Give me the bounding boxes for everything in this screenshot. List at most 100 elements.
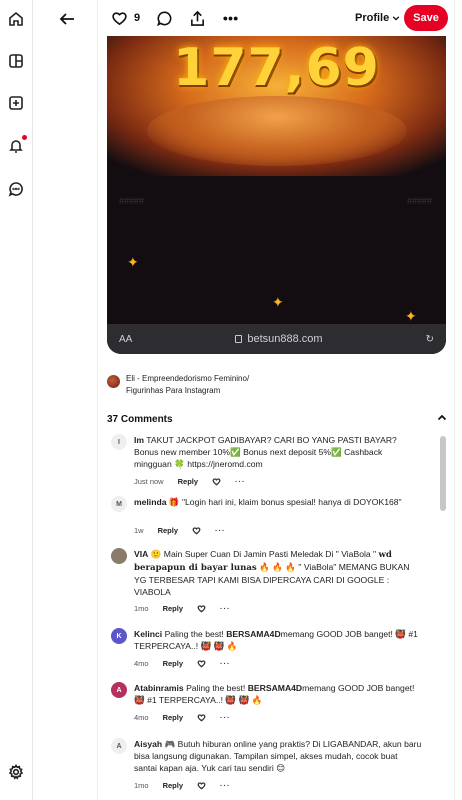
- comment-body: 🎮 Butuh hiburan online yang praktis? Di …: [134, 739, 422, 773]
- commenter-name[interactable]: melinda: [134, 497, 166, 507]
- comment-meta: 1mo Reply ···: [134, 781, 231, 790]
- share-button[interactable]: [189, 8, 206, 28]
- more-icon[interactable]: ···: [220, 713, 231, 722]
- comment-text: Kelinci Paling the best! BERSAMA4Dmemang…: [134, 628, 422, 652]
- source-line-2: Figurinhas Para Instagram: [126, 386, 221, 395]
- more-icon[interactable]: ···: [220, 781, 231, 790]
- comment-body-a: 🙂 Main Super Cuan Di Jamin Pasti Meledak…: [150, 549, 379, 559]
- more-icon: [223, 16, 238, 20]
- comment-icon: [157, 11, 172, 26]
- avatar[interactable]: A: [111, 738, 127, 754]
- comment-text: Atabinramis Paling the best! BERSAMA4Dme…: [134, 682, 422, 706]
- heart-icon[interactable]: [192, 526, 201, 535]
- chevron-down-icon: [392, 16, 400, 21]
- more-icon[interactable]: ···: [215, 526, 226, 535]
- comment-body-b: BERSAMA4D: [226, 629, 281, 639]
- image-ghost-text-right: #####: [406, 196, 432, 206]
- sparkle-icon: ✦: [272, 294, 284, 310]
- comment-text: melinda 🎁 "Login hari ini, klaim bonus s…: [134, 496, 422, 508]
- reply-button[interactable]: Reply: [163, 713, 183, 722]
- comments-list: I Im TAKUT JACKPOT GADIBAYAR? CARI BO YA…: [98, 428, 454, 800]
- heart-icon: [112, 11, 127, 25]
- source-text: Eli - Empreendedorismo Feminino/ Figurin…: [126, 373, 249, 397]
- comment-meta: 1mo Reply ···: [134, 604, 231, 613]
- comment-body-a: Paling the best!: [164, 629, 227, 639]
- heart-icon[interactable]: [197, 781, 206, 790]
- browser-url-bar: AA betsun888.com ↻: [107, 324, 446, 354]
- comment-meta: 1w Reply ···: [134, 526, 226, 535]
- chevron-up-icon[interactable]: [437, 410, 447, 428]
- home-icon[interactable]: [7, 10, 25, 28]
- more-icon[interactable]: ···: [235, 477, 246, 486]
- comment-meta: Just now Reply ···: [134, 477, 246, 486]
- create-icon[interactable]: [7, 94, 25, 112]
- comment-body: TAKUT JACKPOT GADIBAYAR? CARI BO YANG PA…: [134, 435, 397, 469]
- reply-button[interactable]: Reply: [163, 781, 183, 790]
- commenter-name[interactable]: Kelinci: [134, 629, 162, 639]
- image-rock: [147, 96, 407, 166]
- comment-body-a: Paling the best!: [186, 683, 248, 693]
- pin-toolbar: 9 Profile Save: [98, 0, 454, 36]
- comment-text: Im TAKUT JACKPOT GADIBAYAR? CARI BO YANG…: [134, 434, 422, 470]
- comment-time: 1mo: [134, 781, 149, 790]
- profile-dropdown[interactable]: Profile: [355, 8, 400, 28]
- comment-time: Just now: [134, 477, 164, 486]
- comments-scrollbar[interactable]: [440, 436, 446, 511]
- sparkle-icon: ✦: [127, 254, 139, 270]
- comment-meta: 4mo Reply ···: [134, 659, 231, 668]
- more-icon[interactable]: ···: [220, 659, 231, 668]
- comment-text: VIA 🙂 Main Super Cuan Di Jamin Pasti Mel…: [134, 548, 422, 598]
- heart-icon[interactable]: [197, 604, 206, 613]
- heart-icon[interactable]: [197, 713, 206, 722]
- image-ghost-text-left: #####: [119, 196, 145, 206]
- messages-icon[interactable]: [7, 180, 25, 198]
- more-icon[interactable]: ···: [220, 604, 231, 613]
- comment-meta: 4mo Reply ···: [134, 713, 231, 722]
- comment-body-b: BERSAMA4D: [247, 683, 303, 693]
- notification-badge: [22, 135, 27, 140]
- avatar[interactable]: M: [111, 496, 127, 512]
- like-count: 9: [134, 12, 141, 24]
- comment-time: 1w: [134, 526, 144, 535]
- notifications-icon[interactable]: [7, 135, 27, 155]
- back-arrow-icon[interactable]: [56, 8, 78, 30]
- jackpot-amount: 177,69: [173, 38, 380, 98]
- avatar[interactable]: A: [111, 682, 127, 698]
- comments-header: 37 Comments: [107, 410, 447, 428]
- comment-button[interactable]: [156, 8, 173, 28]
- more-options-button[interactable]: [222, 8, 239, 28]
- avatar[interactable]: I: [111, 434, 127, 450]
- text-size-label: AA: [119, 333, 133, 345]
- source-avatar: [107, 375, 120, 388]
- commenter-name[interactable]: Im: [134, 435, 144, 445]
- comment-body: 🎁 "Login hari ini, klaim bonus spesial! …: [168, 497, 402, 507]
- like-button[interactable]: 9: [111, 8, 140, 28]
- reply-button[interactable]: Reply: [158, 526, 178, 535]
- avatar[interactable]: K: [111, 628, 127, 644]
- pin-image[interactable]: 177,69 ##### ##### ✦ ✦ ✦ AA betsun888.co…: [107, 36, 446, 354]
- pin-panel: 9 Profile Save 177,69 ##### ##### ✦ ✦ ✦ …: [97, 0, 455, 800]
- source-line-1: Eli - Empreendedorismo Feminino/: [126, 374, 250, 383]
- comment-time: 4mo: [134, 659, 149, 668]
- settings-icon[interactable]: [7, 763, 25, 781]
- url-text: betsun888.com: [247, 333, 323, 345]
- left-nav-rail: [0, 0, 33, 800]
- reply-button[interactable]: Reply: [163, 659, 183, 668]
- lock-icon: [235, 335, 243, 343]
- comment-text: Aisyah 🎮 Butuh hiburan online yang prakt…: [134, 738, 422, 774]
- pin-source[interactable]: Eli - Empreendedorismo Feminino/ Figurin…: [107, 373, 249, 397]
- reply-button[interactable]: Reply: [163, 604, 183, 613]
- commenter-name[interactable]: Atabinramis: [134, 683, 184, 693]
- commenter-name[interactable]: Aisyah: [134, 739, 162, 749]
- profile-label: Profile: [355, 12, 390, 24]
- avatar[interactable]: [111, 548, 127, 564]
- reply-button[interactable]: Reply: [178, 477, 198, 486]
- heart-icon[interactable]: [197, 659, 206, 668]
- explore-icon[interactable]: [7, 52, 25, 70]
- save-button[interactable]: Save: [404, 5, 448, 31]
- heart-icon[interactable]: [212, 477, 221, 486]
- sparkle-icon: ✦: [405, 308, 417, 324]
- commenter-name[interactable]: VIA: [134, 549, 148, 559]
- reload-icon: ↻: [425, 333, 434, 345]
- comments-title: 37 Comments: [107, 413, 173, 425]
